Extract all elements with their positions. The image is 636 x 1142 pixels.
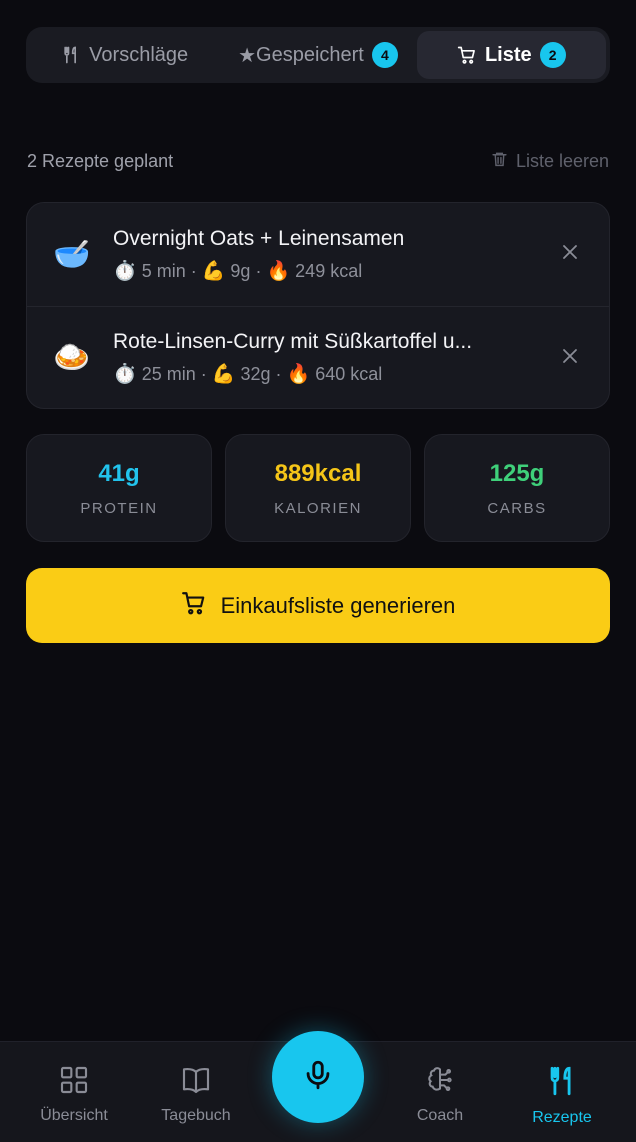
tab-vorschlaege[interactable]: Vorschläge	[30, 31, 219, 79]
recipe-time: 5 min	[141, 260, 186, 281]
tab-gespeichert[interactable]: ★ Gespeichert 4	[223, 31, 412, 79]
clear-list-label: Liste leeren	[515, 150, 609, 171]
carbs-stat: 125g CARBS	[424, 434, 610, 542]
recipe-name: Rote-Linsen-Curry mit Süßkartoffel u...	[113, 330, 473, 353]
close-icon	[562, 244, 578, 265]
recipe-meta: ⏱️ 25 min · 💪 32g · 🔥 640 kcal	[113, 362, 555, 386]
calories-stat: 889kcal KALORIEN	[225, 434, 411, 542]
timer-icon: ⏱️	[113, 260, 137, 282]
close-icon	[562, 348, 578, 369]
tab-label: Gespeichert	[256, 43, 364, 66]
nav-item-uebersicht[interactable]: Übersicht	[14, 1064, 134, 1125]
fork-knife-icon	[545, 1064, 579, 1103]
tab-liste[interactable]: Liste 2	[416, 31, 606, 79]
recipes-screen: Vorschläge ★ Gespeichert 4 Liste 2 2 Reze…	[0, 0, 636, 1142]
separator: ·	[190, 260, 197, 281]
protein-value: 41g	[98, 459, 140, 487]
separator: ·	[255, 260, 262, 281]
recipe-meta: ⏱️ 5 min · 💪 9g · 🔥 249 kcal	[113, 259, 555, 283]
nav-label: Coach	[416, 1107, 464, 1124]
calories-label: KALORIEN	[274, 499, 362, 517]
carbs-value: 125g	[489, 459, 545, 487]
recipe-protein: 9g	[230, 260, 251, 281]
planned-recipes-list: 🥣 Overnight Oats + Leinensamen ⏱️ 5 min …	[26, 202, 610, 409]
calories-value: 889kcal	[274, 459, 362, 487]
separator: ·	[200, 364, 207, 384]
star-icon: ★	[238, 44, 257, 67]
curry-emoji-icon: 🍛	[53, 341, 91, 374]
saved-count-badge: 4	[371, 42, 398, 68]
brain-icon	[424, 1064, 456, 1101]
fire-icon: 🔥	[286, 364, 311, 385]
trash-icon	[491, 150, 508, 173]
list-item[interactable]: 🍛 Rote-Linsen-Curry mit Süßkartoffel u..…	[27, 306, 609, 408]
nav-label: Rezepte	[532, 1109, 592, 1126]
nav-item-rezepte[interactable]: Rezepte	[502, 1064, 622, 1127]
muscle-icon: 💪	[201, 260, 226, 282]
voice-input-button[interactable]	[272, 1031, 364, 1123]
nav-label: Übersicht	[40, 1107, 108, 1124]
nav-item-tagebuch[interactable]: Tagebuch	[136, 1064, 256, 1125]
fire-icon: 🔥	[266, 260, 291, 282]
generate-shopping-list-button[interactable]: Einkaufsliste generieren	[26, 568, 610, 643]
grid-icon	[58, 1064, 90, 1101]
muscle-icon: 💪	[211, 364, 236, 385]
cart-icon	[457, 45, 477, 65]
remove-recipe-button[interactable]	[555, 343, 585, 373]
cart-icon	[181, 590, 207, 622]
recipe-tabs: Vorschläge ★ Gespeichert 4 Liste 2	[26, 27, 610, 83]
protein-stat: 41g PROTEIN	[26, 434, 212, 542]
recipe-kcal: 249 kcal	[295, 260, 363, 281]
tab-label: Liste	[484, 43, 532, 66]
nav-label: Tagebuch	[161, 1107, 231, 1124]
recipe-protein: 32g	[240, 364, 271, 384]
recipe-kcal: 640 kcal	[315, 364, 383, 384]
remove-recipe-button[interactable]	[555, 240, 585, 270]
clear-list-button[interactable]: Liste leeren	[491, 150, 609, 173]
list-count-badge: 2	[539, 42, 566, 68]
protein-label: PROTEIN	[80, 499, 158, 517]
timer-icon: ⏱️	[113, 364, 137, 385]
bowl-emoji-icon: 🥣	[53, 237, 91, 271]
carbs-label: CARBS	[487, 499, 547, 517]
list-summary: 2 Rezepte geplant Liste leeren	[27, 148, 609, 174]
list-item[interactable]: 🥣 Overnight Oats + Leinensamen ⏱️ 5 min …	[27, 203, 609, 306]
tab-label: Vorschläge	[89, 43, 189, 66]
separator: ·	[275, 364, 282, 384]
book-icon	[179, 1064, 213, 1101]
nav-item-coach[interactable]: Coach	[380, 1064, 500, 1125]
fork-knife-icon	[61, 45, 81, 65]
generate-shopping-list-label: Einkaufsliste generieren	[220, 592, 456, 618]
recipe-time: 25 min	[141, 364, 196, 384]
recipe-info: Rote-Linsen-Curry mit Süßkartoffel u... …	[113, 330, 555, 386]
recipe-name: Overnight Oats + Leinensamen	[113, 226, 405, 250]
planned-count: 2 Rezepte geplant	[27, 150, 174, 171]
recipe-info: Overnight Oats + Leinensamen ⏱️ 5 min · …	[113, 227, 555, 283]
microphone-icon	[301, 1058, 335, 1097]
nutrition-totals: 41g PROTEIN 889kcal KALORIEN 125g CARBS	[26, 434, 610, 542]
